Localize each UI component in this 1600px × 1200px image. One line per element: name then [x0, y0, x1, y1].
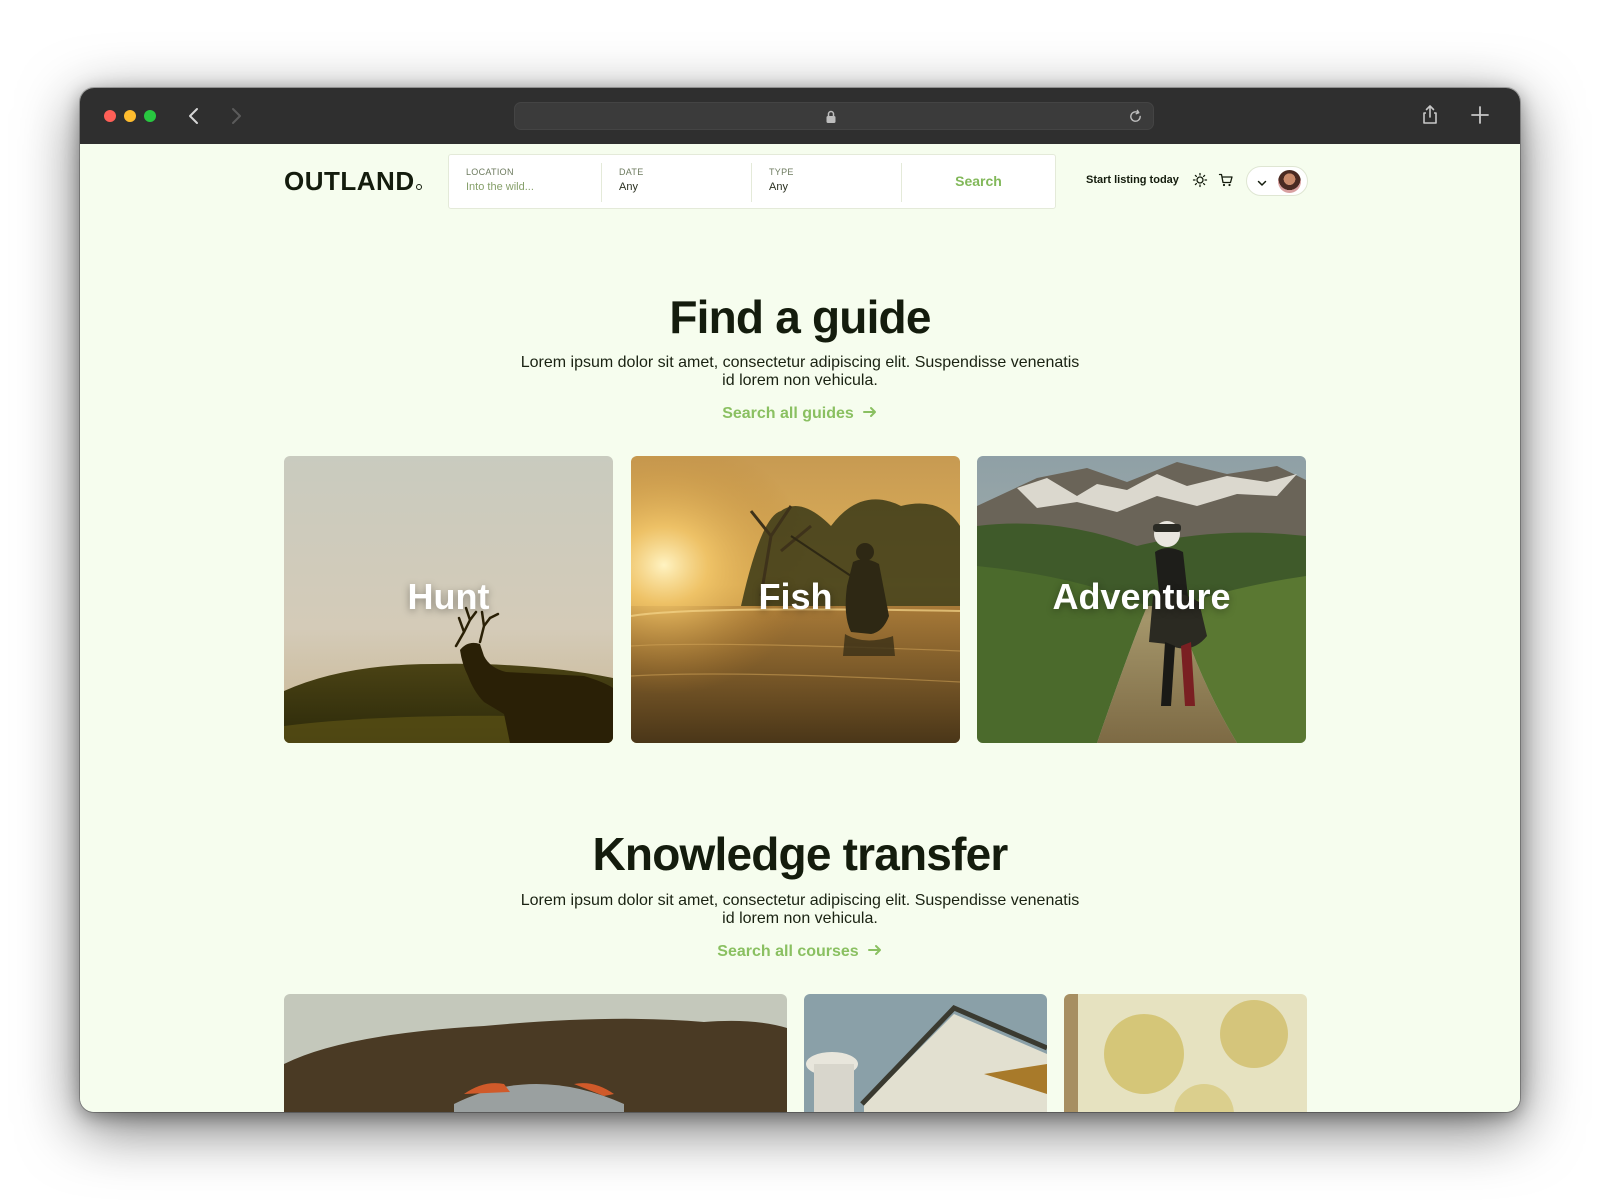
address-bar[interactable] [514, 102, 1154, 130]
type-field[interactable]: TYPE Any [752, 155, 901, 210]
close-window-button[interactable] [104, 110, 116, 122]
course-card[interactable] [284, 994, 787, 1112]
new-tab-icon[interactable] [1470, 105, 1490, 125]
location-input[interactable]: Into the wild... [466, 181, 585, 193]
adventure-label: Adventure [1052, 576, 1231, 617]
page-content: OUTLAND LOCATION Into the wild... DATE A… [80, 144, 1520, 1112]
search-bar: LOCATION Into the wild... DATE Any TYPE … [448, 154, 1056, 209]
search-all-courses-link[interactable]: Search all courses [80, 942, 1520, 961]
browser-window: OUTLAND LOCATION Into the wild... DATE A… [80, 88, 1520, 1112]
cart-icon[interactable] [1218, 172, 1234, 188]
search-all-guides-link[interactable]: Search all guides [80, 404, 1520, 423]
arrow-right-icon [862, 404, 878, 420]
avatar [1278, 170, 1301, 193]
chevron-down-icon [1256, 176, 1268, 188]
minimize-window-button[interactable] [124, 110, 136, 122]
location-field[interactable]: LOCATION Into the wild... [449, 155, 601, 210]
date-field[interactable]: DATE Any [602, 155, 751, 210]
hunt-label: Hunt [407, 576, 490, 617]
course-image [804, 994, 1047, 1112]
zoom-window-button[interactable] [144, 110, 156, 122]
type-value[interactable]: Any [769, 181, 885, 193]
share-icon[interactable] [1420, 104, 1440, 126]
reload-icon[interactable] [1128, 109, 1143, 124]
search-all-courses-label: Search all courses [717, 943, 859, 960]
search-button[interactable]: Search [901, 155, 1056, 208]
logo-text: OUTLAND [284, 166, 415, 196]
search-all-guides-label: Search all guides [722, 405, 854, 422]
fish-card[interactable]: Fish [631, 456, 960, 743]
browser-toolbar [80, 88, 1520, 144]
arrow-right-icon [867, 942, 883, 958]
course-card[interactable] [804, 994, 1047, 1112]
start-listing-link[interactable]: Start listing today [1086, 174, 1179, 186]
guides-description: Lorem ipsum dolor sit amet, consectetur … [520, 354, 1080, 389]
user-menu-button[interactable] [1246, 166, 1308, 196]
logo[interactable]: OUTLAND [284, 166, 422, 197]
date-value[interactable]: Any [619, 181, 735, 193]
adventure-card[interactable]: Adventure [977, 456, 1306, 743]
fish-label: Fish [758, 576, 833, 617]
guides-title: Find a guide [669, 291, 931, 343]
forward-arrow-icon[interactable] [226, 106, 246, 126]
knowledge-description: Lorem ipsum dolor sit amet, consectetur … [520, 892, 1080, 927]
course-card[interactable] [1064, 994, 1307, 1112]
logo-dot-icon [415, 184, 422, 190]
hunt-card[interactable]: Hunt [284, 456, 613, 743]
location-label: LOCATION [466, 167, 514, 177]
course-image [1064, 994, 1307, 1112]
sun-icon[interactable] [1192, 172, 1208, 188]
type-label: TYPE [769, 167, 794, 177]
date-label: DATE [619, 167, 644, 177]
lock-icon [825, 110, 837, 124]
knowledge-title: Knowledge transfer [592, 828, 1008, 880]
back-arrow-icon[interactable] [184, 106, 204, 126]
course-image [284, 994, 787, 1112]
